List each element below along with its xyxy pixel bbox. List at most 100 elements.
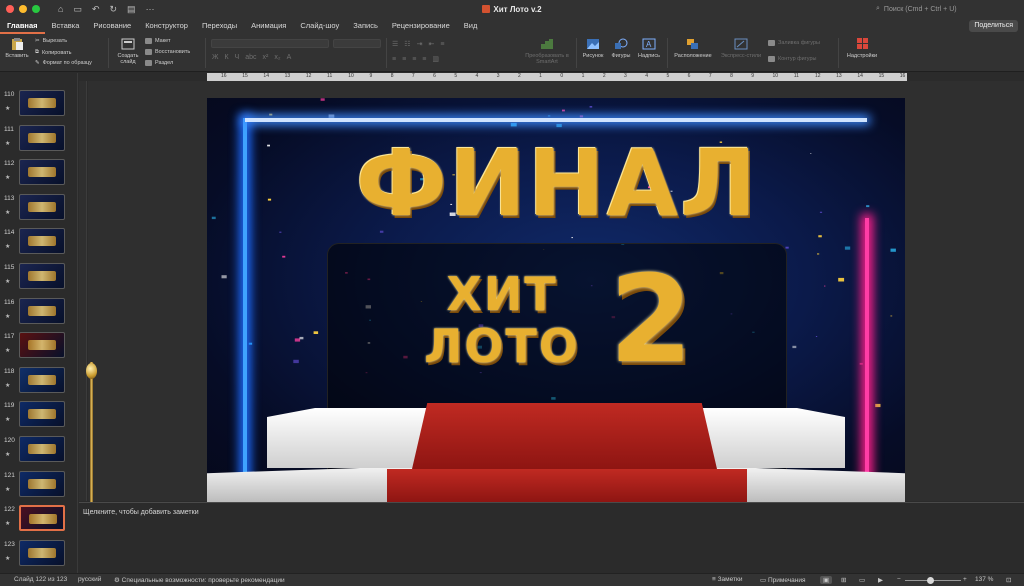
slide-thumbnail-row[interactable]: 111 ★ xyxy=(0,124,77,156)
tab-record[interactable]: Запись xyxy=(346,18,385,34)
slide-thumbnail-row[interactable]: 119 ★ xyxy=(0,400,77,432)
slide-thumbnail[interactable] xyxy=(19,124,65,151)
align-right-icon[interactable]: ≡ xyxy=(412,56,416,63)
slide-thumbnail-row[interactable]: 122 ★ xyxy=(0,504,77,536)
tab-review[interactable]: Рецензирование xyxy=(385,18,457,34)
zoom-out-button[interactable]: − xyxy=(897,576,901,583)
slide-thumbnail-row[interactable]: 117 ★ xyxy=(0,331,77,363)
tab-slideshow[interactable]: Слайд-шоу xyxy=(293,18,346,34)
slide-thumbnail-row[interactable]: 120 ★ xyxy=(0,435,77,467)
slide-subtitle[interactable]: ХИТ ЛОТО xyxy=(392,268,612,372)
font-size-dropdown[interactable] xyxy=(333,39,381,48)
font-name-dropdown[interactable] xyxy=(211,39,329,48)
shape-outline-button[interactable]: Контур фигуры xyxy=(768,56,816,62)
slide-thumbnail-row[interactable]: 121 ★ xyxy=(0,470,77,502)
shape-fill-button[interactable]: Заливка фигуры xyxy=(768,40,820,46)
numbering-icon[interactable]: ☷ xyxy=(404,40,410,48)
slide-thumbnail[interactable] xyxy=(19,193,65,220)
textbox-button[interactable]: A Надпись xyxy=(636,38,662,59)
slide-thumbnail[interactable] xyxy=(19,539,65,566)
superscript-icon[interactable]: x₂ xyxy=(274,54,280,61)
layout-button[interactable]: Макет xyxy=(145,38,171,44)
tab-insert[interactable]: Вставка xyxy=(45,18,87,34)
slide-thumbnail-row[interactable]: 113 ★ xyxy=(0,193,77,225)
notes-pane[interactable]: Щелкните, чтобы добавить заметки xyxy=(79,502,1024,572)
slide-thumbnail[interactable] xyxy=(19,401,65,428)
align-center-icon[interactable]: ≡ xyxy=(402,56,406,63)
zoom-slider-knob[interactable] xyxy=(926,577,934,584)
slide-thumbnail[interactable] xyxy=(19,297,65,324)
slide-thumbnail[interactable] xyxy=(19,505,65,532)
slide-thumbnail[interactable] xyxy=(19,470,65,497)
format-painter-button[interactable]: ✎ Формат по образцу xyxy=(35,60,92,66)
slide-thumbnails-panel[interactable]: 110 ★ 111 ★ 112 ★ 113 ★ 114 ★ 115 ★ 116 ★ 117 ★ 118 ★ 119 ★… xyxy=(0,73,78,573)
copy-button[interactable]: ⧉ Копировать xyxy=(35,49,72,56)
reset-button[interactable]: Восстановить xyxy=(145,49,190,55)
slide-thumbnail[interactable] xyxy=(19,332,65,359)
slide-thumbnail-row[interactable]: 110 ★ xyxy=(0,89,77,121)
slide-thumbnail-row[interactable]: 118 ★ xyxy=(0,366,77,398)
new-slide-button[interactable]: Создать слайд xyxy=(114,38,142,65)
slide-thumbnail-row[interactable]: 115 ★ xyxy=(0,262,77,294)
addins-button[interactable]: Надстройки xyxy=(843,38,881,59)
tab-design[interactable]: Конструктор xyxy=(138,18,195,34)
slideshow-icon[interactable]: ▤ xyxy=(127,4,136,15)
tab-transitions[interactable]: Переходы xyxy=(195,18,244,34)
indent-icon[interactable]: ⇥ xyxy=(417,40,423,48)
font-color-icon[interactable]: A xyxy=(287,54,292,61)
fit-slide-button[interactable]: ⊡ xyxy=(1006,576,1011,584)
underline-icon[interactable]: Ч xyxy=(235,54,240,61)
paste-button[interactable]: Вставить xyxy=(4,38,30,59)
current-slide[interactable]: ФИНАЛ ХИТ ЛОТО 2 xyxy=(207,98,905,502)
minimize-window-button[interactable] xyxy=(19,5,27,13)
search-box[interactable]: ⌕ Поиск (Cmd + Ctrl + U) xyxy=(876,3,1016,15)
quick-styles-button[interactable]: Экспресс-стили xyxy=(719,38,763,59)
redo-icon[interactable]: ↻ xyxy=(110,4,118,15)
convert-smartart-button[interactable]: Преобразовать в SmartArt xyxy=(522,38,572,65)
slide-title[interactable]: ФИНАЛ xyxy=(337,134,777,234)
slide-thumbnail-row[interactable]: 114 ★ xyxy=(0,227,77,259)
language-indicator[interactable]: русский xyxy=(78,576,101,583)
slide-thumbnail[interactable] xyxy=(19,228,65,255)
save-icon[interactable]: ▭ xyxy=(73,4,82,15)
home-icon[interactable]: ⌂ xyxy=(58,4,63,15)
close-window-button[interactable] xyxy=(6,5,14,13)
line-spacing-icon[interactable]: ≡ xyxy=(440,41,444,48)
justify-icon[interactable]: ≡ xyxy=(422,56,426,63)
cut-button[interactable]: ✂ Вырезать xyxy=(35,38,67,44)
slide-sorter-view-button[interactable]: ⊞ xyxy=(841,576,846,584)
bold-icon[interactable]: Ж xyxy=(212,54,218,61)
slide-thumbnail[interactable] xyxy=(19,436,65,462)
reading-view-button[interactable]: ▭ xyxy=(859,576,865,584)
zoom-window-button[interactable] xyxy=(32,5,40,13)
slide-number-graphic[interactable]: 2 xyxy=(607,256,697,386)
strikethrough-icon[interactable]: abc xyxy=(245,54,256,61)
slideshow-view-button[interactable]: ▶ xyxy=(878,576,883,584)
slide-thumbnail-row[interactable]: 123 ★ xyxy=(0,539,77,571)
notes-toggle-button[interactable]: ≡ Заметки xyxy=(712,576,742,583)
zoom-in-button[interactable]: + xyxy=(963,576,967,583)
normal-view-button[interactable]: ▣ xyxy=(820,576,833,584)
undo-icon[interactable]: ↶ xyxy=(92,4,100,15)
slide-thumbnail[interactable] xyxy=(19,90,65,116)
outdent-icon[interactable]: ⇤ xyxy=(428,40,434,48)
tab-draw[interactable]: Рисование xyxy=(86,18,138,34)
slide-thumbnail[interactable] xyxy=(19,263,65,289)
picture-button[interactable]: Рисунок xyxy=(580,38,606,59)
tab-home[interactable]: Главная xyxy=(0,18,45,34)
align-left-icon[interactable]: ≡ xyxy=(392,56,396,63)
subscript-icon[interactable]: x² xyxy=(263,54,269,61)
columns-icon[interactable]: ▥ xyxy=(432,55,439,63)
slide-thumbnail[interactable] xyxy=(19,366,65,393)
zoom-level[interactable]: 137 % xyxy=(975,576,993,583)
accessibility-status[interactable]: ⚙ Специальные возможности: проверьте рек… xyxy=(114,576,285,584)
more-icon[interactable]: ··· xyxy=(146,4,155,15)
italic-icon[interactable]: К xyxy=(224,54,228,61)
slide-thumbnail-row[interactable]: 112 ★ xyxy=(0,158,77,190)
share-button[interactable]: Поделиться xyxy=(969,20,1018,32)
comments-button[interactable]: ▭ Примечания xyxy=(760,576,805,584)
tab-animations[interactable]: Анимация xyxy=(244,18,293,34)
tab-view[interactable]: Вид xyxy=(457,18,485,34)
arrange-button[interactable]: Расположение xyxy=(671,38,715,59)
slide-thumbnail[interactable] xyxy=(19,159,65,186)
